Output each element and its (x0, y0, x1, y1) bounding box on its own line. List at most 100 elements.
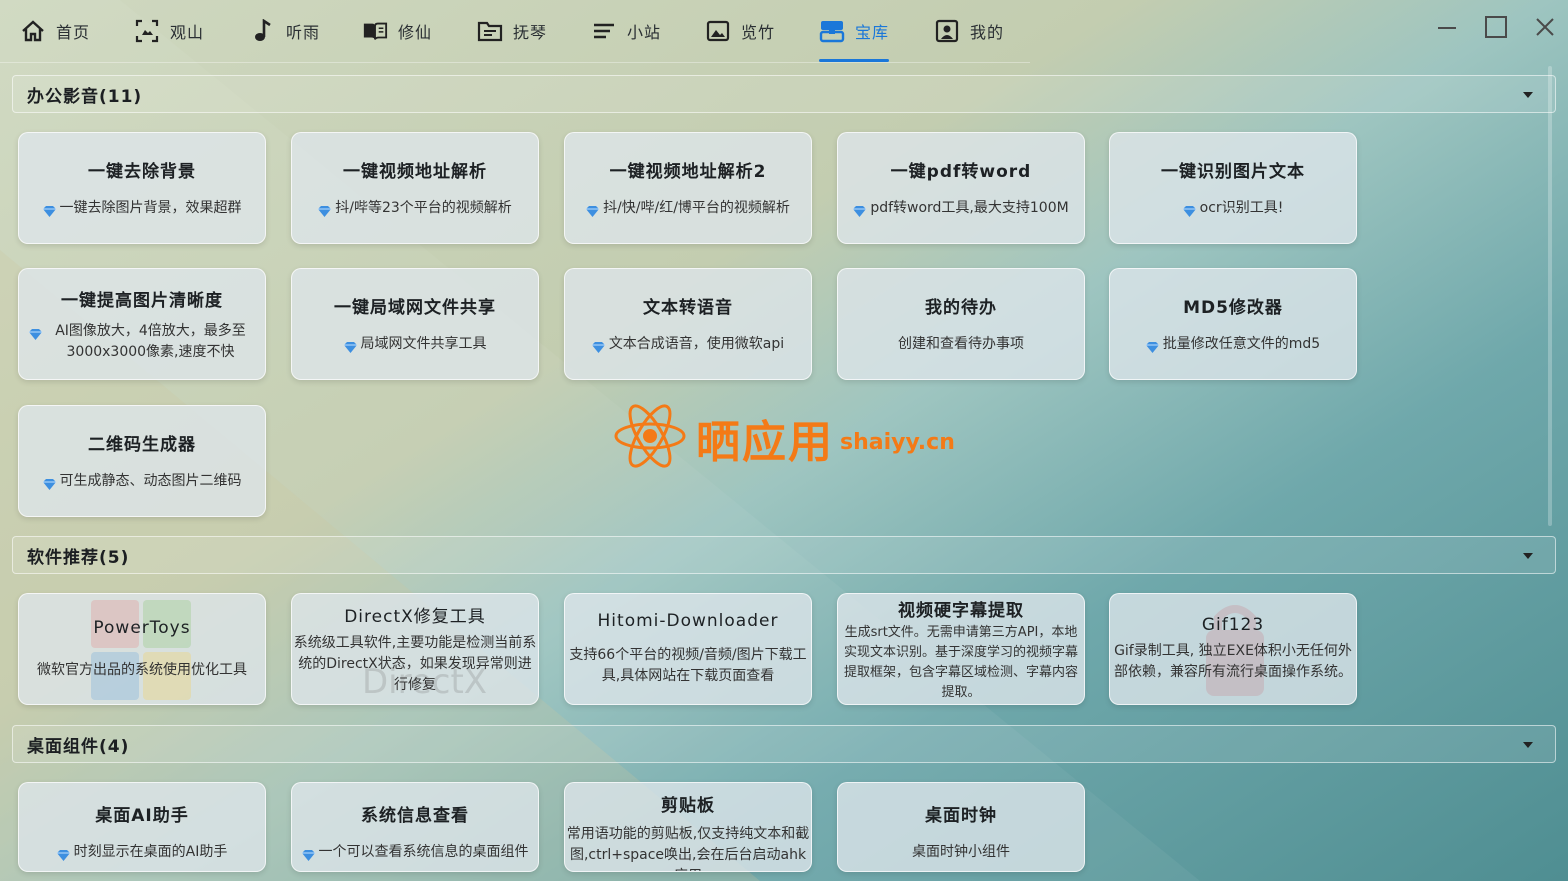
minimize-icon (1436, 16, 1458, 42)
card-title: 二维码生成器 (88, 435, 196, 455)
tab-baoku[interactable]: 宝库 (819, 10, 890, 62)
card-title: 一键局域网文件共享 (334, 298, 496, 318)
tab-xiaozhan[interactable]: 小站 (591, 10, 661, 52)
card-desc: Gif录制工具, 独立EXE体积小无任何外部依赖，兼容所有流行桌面操作系统。 (1114, 643, 1352, 680)
card-video-parse-2[interactable]: 一键视频地址解析2 抖/快/哔/红/博平台的视频解析 (564, 132, 812, 244)
card-desc: 时刻显示在桌面的AI助手 (73, 844, 228, 860)
card-title: 一键视频地址解析2 (609, 162, 767, 182)
tab-guanshan[interactable]: 观山 (134, 10, 204, 52)
section-header-widgets[interactable]: 桌面组件(4) (12, 725, 1556, 763)
tab-label: 修仙 (398, 23, 433, 42)
card-title: 剪贴板 (661, 796, 715, 816)
card-clipboard[interactable]: 剪贴板 常用语功能的剪贴板,仅支持纯文本和截图,ctrl+space唤出,会在后… (564, 782, 812, 872)
watermark-text: 晒应用 (696, 417, 834, 468)
book-icon (362, 18, 388, 44)
maximize-button[interactable] (1479, 12, 1513, 46)
card-desc: 抖/快/哔/红/博平台的视频解析 (603, 200, 790, 216)
card-powertoys[interactable]: PowerToys 微软官方出品的系统使用优化工具 (18, 593, 266, 705)
tab-tingyu[interactable]: 听雨 (250, 10, 320, 52)
card-title: 桌面时钟 (925, 806, 997, 826)
card-desc: 系统级工具软件,主要功能是检测当前系统的DirectX状态，如果发现异常则进行修… (293, 635, 537, 693)
card-title: Hitomi-Downloader (597, 611, 779, 631)
card-subtitle-extract[interactable]: 视频硬字幕提取 生成srt文件。无需申请第三方API，本地实现文本识别。基于深度… (837, 593, 1085, 705)
tab-xiuxian[interactable]: 修仙 (362, 10, 432, 52)
card-upscale[interactable]: 一键提高图片清晰度 AI图像放大，4倍放大，最多至3000x3000像素,速度不… (18, 268, 266, 380)
folder-icon (477, 18, 503, 44)
watermark-domain: shaiyy.cn (840, 429, 955, 455)
section-title: 桌面组件(4) (27, 736, 130, 757)
card-title: DirectX修复工具 (344, 607, 486, 627)
card-qrcode[interactable]: 二维码生成器 可生成静态、动态图片二维码 (18, 405, 266, 517)
card-hitomi[interactable]: Hitomi-Downloader 支持66个平台的视频/音频/图片下载工具,具… (564, 593, 812, 705)
watermark: 晒应用 shaiyy.cn (610, 396, 955, 480)
close-button[interactable] (1528, 12, 1562, 46)
card-tts[interactable]: 文本转语音 文本合成语音，使用微软api (564, 268, 812, 380)
home-icon (20, 18, 46, 44)
frame-icon (134, 18, 160, 44)
tab-fuqin[interactable]: 抚琴 (477, 10, 547, 52)
card-title: 一键pdf转word (890, 162, 1032, 182)
card-video-parse[interactable]: 一键视频地址解析 抖/哔等23个平台的视频解析 (291, 132, 539, 244)
gem-icon (1182, 203, 1196, 217)
tab-wode[interactable]: 我的 (934, 10, 1004, 52)
gem-icon (56, 847, 70, 861)
tab-label: 观山 (170, 23, 205, 42)
maximize-icon (1484, 15, 1508, 43)
card-desc: 微软官方出品的系统使用优化工具 (37, 661, 247, 678)
card-desc: 文本合成语音，使用微软api (608, 336, 785, 352)
chevron-down-icon (1523, 553, 1533, 559)
card-lan-share[interactable]: 一键局域网文件共享 局域网文件共享工具 (291, 268, 539, 380)
card-title: 一键视频地址解析 (343, 162, 487, 182)
close-icon (1534, 16, 1556, 42)
atom-logo-icon (610, 396, 690, 480)
card-todo[interactable]: 我的待办 创建和查看待办事项 (837, 268, 1085, 380)
card-desktop-clock[interactable]: 桌面时钟 桌面时钟小组件 (837, 782, 1085, 872)
card-desc: 创建和查看待办事项 (898, 336, 1024, 352)
card-title: MD5修改器 (1183, 298, 1283, 318)
scrollbar[interactable] (1548, 66, 1552, 526)
gem-icon (42, 476, 56, 490)
top-nav: 首页 观山 听雨 修仙 抚琴 小站 览竹 宝库 我的 (0, 0, 1030, 63)
tab-lanzhu[interactable]: 览竹 (705, 10, 775, 52)
card-title: 一键提高图片清晰度 (61, 290, 223, 311)
gem-icon (42, 203, 56, 217)
card-desc: AI图像放大，4倍放大，最多至3000x3000像素,速度不快 (55, 322, 246, 360)
minimize-button[interactable] (1430, 12, 1464, 46)
section-title: 软件推荐(5) (27, 547, 130, 568)
powertoys-logo-icon (91, 600, 191, 700)
tab-label: 听雨 (286, 23, 321, 42)
card-remove-bg[interactable]: 一键去除背景 一键去除图片背景，效果超群 (18, 132, 266, 244)
menu-lines-icon (591, 18, 617, 44)
gem-icon (29, 326, 42, 340)
chevron-down-icon (1523, 742, 1533, 748)
gem-icon (591, 339, 605, 353)
card-pdf-to-word[interactable]: 一键pdf转word pdf转word工具,最大支持100M (837, 132, 1085, 244)
card-desc: pdf转word工具,最大支持100M (870, 200, 1069, 216)
card-title: 桌面AI助手 (95, 806, 189, 826)
card-gif123[interactable]: Gif123 Gif录制工具, 独立EXE体积小无任何外部依赖，兼容所有流行桌面… (1109, 593, 1357, 705)
treasure-icon (819, 18, 845, 44)
tab-home[interactable]: 首页 (20, 10, 90, 52)
tab-label: 览竹 (741, 23, 776, 42)
card-md5[interactable]: MD5修改器 批量修改任意文件的md5 (1109, 268, 1357, 380)
card-ocr[interactable]: 一键识别图片文本 ocr识别工具! (1109, 132, 1357, 244)
tab-label: 抚琴 (513, 23, 548, 42)
card-title: 我的待办 (925, 298, 997, 318)
music-note-icon (250, 18, 276, 44)
card-title: 文本转语音 (643, 298, 733, 318)
card-desc: 可生成静态、动态图片二维码 (59, 473, 242, 489)
card-desc: 局域网文件共享工具 (360, 336, 487, 352)
card-desc: ocr识别工具! (1199, 200, 1284, 216)
section-header-software[interactable]: 软件推荐(5) (12, 536, 1556, 574)
tab-label: 我的 (970, 23, 1005, 42)
card-desktop-ai[interactable]: 桌面AI助手 时刻显示在桌面的AI助手 (18, 782, 266, 872)
user-card-icon (934, 18, 960, 44)
card-desc: 抖/哔等23个平台的视频解析 (335, 200, 512, 216)
gem-icon (301, 847, 315, 861)
card-desc: 支持66个平台的视频/音频/图片下载工具,具体网站在下载页面查看 (569, 647, 807, 684)
section-header-office[interactable]: 办公影音(11) (12, 75, 1556, 113)
card-sysinfo[interactable]: 系统信息查看 一个可以查看系统信息的桌面组件 (291, 782, 539, 872)
card-directx[interactable]: DirectX DirectX修复工具 系统级工具软件,主要功能是检测当前系统的… (291, 593, 539, 705)
tab-label: 宝库 (855, 23, 890, 42)
gem-icon (318, 203, 332, 217)
